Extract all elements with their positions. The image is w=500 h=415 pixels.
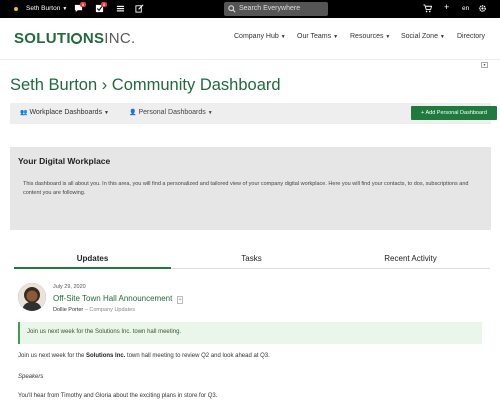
content-tabs: Updates Tasks Recent Activity [14, 251, 490, 269]
byline-separator: – [84, 307, 88, 313]
nav-label: Our Teams [297, 33, 332, 40]
avatar-image [18, 283, 46, 311]
company-logo[interactable]: SOLUTI NSINC. [14, 30, 135, 47]
post-category[interactable]: Company Updates [89, 307, 135, 313]
para-text: town hall meeting to review Q2 and look … [125, 353, 270, 359]
panel-title: Your Digital Workplace [18, 156, 111, 166]
personal-dashboards-label: Personal Dashboards [138, 109, 206, 116]
external-link-icon[interactable]: + [176, 296, 184, 304]
panel-description: This dashboard is all about you. In this… [23, 181, 469, 196]
logo-o-icon [71, 33, 83, 44]
nav-directory[interactable]: Directory [457, 33, 485, 40]
workplace-dashboards-dropdown[interactable]: 👥 Workplace Dashboards ▼ [20, 109, 109, 116]
nav-social-zone[interactable]: Social Zone ▼ [401, 33, 445, 40]
user-menu[interactable]: Seth Burton ▼ [26, 5, 67, 12]
chevron-down-icon: ▼ [439, 34, 445, 40]
workplace-dashboards-label: Workplace Dashboards [29, 109, 103, 116]
edit-icon[interactable] [135, 4, 144, 13]
post-paragraph: Join us next week for the Solutions Inc.… [18, 353, 270, 359]
list-icon[interactable] [116, 4, 125, 13]
para-text: Join us next week for the [18, 353, 87, 359]
chevron-down-icon: ▼ [280, 34, 286, 40]
chevron-down-icon: ▼ [333, 34, 339, 40]
search-icon [228, 5, 236, 13]
chevron-down-icon: ▼ [207, 110, 213, 116]
logo-text-inc: INC. [104, 30, 136, 47]
nav-label: Company Hub [234, 33, 279, 40]
user-name: Seth Burton [26, 5, 61, 12]
tasks-badge: 8 [101, 2, 107, 7]
speakers-heading: Speakers [18, 374, 44, 380]
cart-icon[interactable] [423, 4, 432, 13]
chevron-down-icon: ▼ [104, 110, 109, 116]
collapse-toggle-icon[interactable]: ▾ [481, 62, 488, 68]
search-placeholder: Search Everywhere [239, 5, 301, 12]
nav-resources[interactable]: Resources ▼ [350, 33, 390, 40]
status-dot-icon [14, 7, 18, 11]
nav-company-hub[interactable]: Company Hub ▼ [234, 33, 286, 40]
chevron-down-icon: ▼ [62, 6, 68, 12]
people-icon: 👥 [20, 110, 28, 116]
post-byline: Dollie Porter – Company Updates [53, 307, 135, 313]
logo-text-right: NS [82, 30, 105, 47]
personal-dashboards-dropdown[interactable]: 👤 Personal Dashboards ▼ [129, 109, 213, 116]
add-icon[interactable]: + [444, 2, 449, 12]
chevron-down-icon: ▼ [385, 34, 391, 40]
tab-tasks[interactable]: Tasks [173, 254, 330, 263]
page-title: Seth Burton › Community Dashboard [10, 76, 281, 94]
highlight-text: Join us next week for the Solutions Inc.… [27, 329, 182, 335]
nav-label: Resources [350, 33, 384, 40]
active-tab-indicator [14, 267, 171, 269]
post-date: July 29, 2020 [53, 284, 86, 290]
digital-workplace-panel: Your Digital Workplace This dashboard is… [10, 147, 491, 230]
post-highlight: Join us next week for the Solutions Inc.… [18, 322, 482, 344]
search-input[interactable]: Search Everywhere [224, 2, 328, 16]
author-name[interactable]: Dollie Porter [53, 307, 83, 313]
language-selector[interactable]: en [462, 5, 469, 12]
logo-text-left: SOLUTI [14, 30, 71, 47]
brand-bar: SOLUTI NSINC. Company Hub ▼ Our Teams ▼ R… [0, 18, 500, 60]
top-bar: Seth Burton ▼ 8 8 Search Everywhere + en [0, 0, 500, 18]
nav-label: Social Zone [401, 33, 438, 40]
nav-our-teams[interactable]: Our Teams ▼ [297, 33, 338, 40]
tab-updates[interactable]: Updates [14, 254, 171, 263]
post-paragraph: You'll hear from Timothy and Gloria abou… [18, 393, 218, 399]
person-icon: 👤 [129, 110, 137, 116]
tab-recent-activity[interactable]: Recent Activity [332, 254, 489, 263]
para-bold-text: Solutions Inc. [86, 353, 126, 359]
nav-label: Directory [457, 33, 486, 40]
post-title[interactable]: Off-Site Town Hall Announcement + [53, 294, 184, 304]
add-personal-dashboard-button[interactable]: + Add Personal Dashboard [411, 106, 497, 120]
gear-icon[interactable] [478, 4, 487, 13]
chat-badge: 8 [80, 2, 86, 7]
dashboard-toolbar: 👥 Workplace Dashboards ▼ 👤 Personal Dash… [10, 103, 497, 124]
post-title-text: Off-Site Town Hall Announcement [53, 294, 173, 303]
avatar[interactable] [18, 283, 46, 311]
